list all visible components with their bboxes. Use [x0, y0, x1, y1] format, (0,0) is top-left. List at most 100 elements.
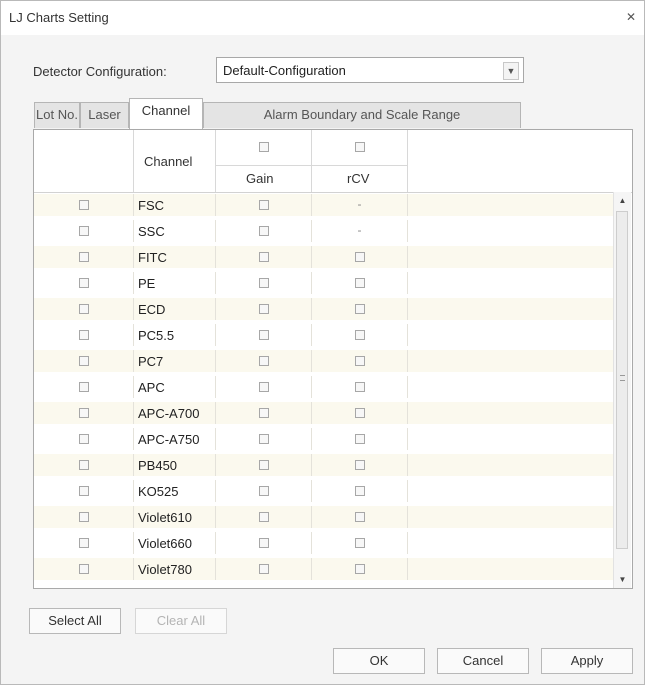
gain-checkbox[interactable] [258, 252, 269, 262]
gain-checkbox[interactable] [258, 356, 269, 366]
gain-checkbox[interactable] [258, 512, 269, 522]
row-select-checkbox[interactable] [78, 486, 89, 496]
channel-name: KO525 [138, 484, 179, 499]
row-select-checkbox[interactable] [78, 408, 89, 418]
table-row: FSC - [34, 194, 614, 216]
scrollbar-thumb[interactable] [616, 211, 628, 549]
row-select-checkbox[interactable] [78, 434, 89, 444]
channel-name: FITC [138, 250, 167, 265]
rcv-cell [312, 402, 408, 424]
rcv-checkbox[interactable] [354, 434, 365, 444]
row-select-cell [34, 454, 134, 476]
up-arrow-icon[interactable]: ▲ [614, 192, 631, 209]
ok-button[interactable]: OK [333, 648, 425, 674]
row-select-checkbox[interactable] [78, 330, 89, 340]
rcv-checkbox[interactable] [354, 408, 365, 418]
gain-checkbox[interactable] [258, 486, 269, 496]
gain-checkbox[interactable] [258, 226, 269, 236]
gain-cell [216, 428, 312, 450]
channel-name-cell: FITC [134, 246, 216, 268]
cancel-button[interactable]: Cancel [437, 648, 529, 674]
row-select-checkbox[interactable] [78, 382, 89, 392]
header-channel-label: Channel [144, 154, 193, 169]
gain-checkbox[interactable] [258, 382, 269, 392]
row-select-cell [34, 428, 134, 450]
detector-configuration-select[interactable]: Default-Configuration ▼ [216, 57, 524, 83]
row-select-cell [34, 350, 134, 372]
table-row: ECD [34, 298, 614, 320]
rcv-checkbox[interactable] [354, 278, 365, 288]
channel-name-cell: Violet780 [134, 558, 216, 580]
gain-checkbox[interactable] [258, 538, 269, 548]
row-select-cell [34, 558, 134, 580]
clear-all-button[interactable]: Clear All [135, 608, 227, 634]
channel-name-cell: Violet660 [134, 532, 216, 554]
gain-checkbox[interactable] [258, 408, 269, 418]
row-select-checkbox[interactable] [78, 200, 89, 210]
row-select-checkbox[interactable] [78, 512, 89, 522]
table-row: FITC [34, 246, 614, 268]
channel-name: PC7 [138, 354, 164, 369]
channel-name: ECD [138, 302, 166, 317]
row-select-checkbox[interactable] [78, 278, 89, 288]
gain-cell [216, 350, 312, 372]
row-select-checkbox[interactable] [78, 564, 89, 574]
gain-cell [216, 402, 312, 424]
rcv-cell: - [312, 194, 408, 216]
row-select-checkbox[interactable] [78, 304, 89, 314]
gain-checkbox[interactable] [258, 278, 269, 288]
row-select-cell [34, 480, 134, 502]
rcv-cell [312, 532, 408, 554]
row-select-checkbox[interactable] [78, 226, 89, 236]
rcv-checkbox[interactable] [354, 486, 365, 496]
rcv-cell [312, 480, 408, 502]
gain-checkbox[interactable] [258, 434, 269, 444]
rcv-checkbox[interactable] [354, 356, 365, 366]
row-select-checkbox[interactable] [78, 252, 89, 262]
gain-select-all-checkbox[interactable] [259, 142, 269, 152]
chevron-down-icon[interactable]: ▼ [503, 62, 519, 80]
tab-channel[interactable]: Channel [129, 98, 203, 129]
vertical-scrollbar[interactable]: ▲ ▼ [613, 192, 631, 588]
gain-checkbox[interactable] [258, 460, 269, 470]
channel-panel: Channel Gain rCV FSC - SSC - FITC PE ECD PC5.5 P… [33, 129, 633, 589]
header-rcv-select-all [312, 130, 408, 166]
table-row: Violet660 [34, 532, 614, 554]
rcv-checkbox[interactable] [354, 564, 365, 574]
rcv-checkbox[interactable] [354, 304, 365, 314]
gain-cell [216, 532, 312, 554]
rcv-checkbox[interactable] [354, 330, 365, 340]
tab-lot-no[interactable]: Lot No. [34, 102, 80, 128]
gain-checkbox[interactable] [258, 564, 269, 574]
tab-alarm-boundary[interactable]: Alarm Boundary and Scale Range [203, 102, 521, 128]
gain-checkbox[interactable] [258, 304, 269, 314]
gain-checkbox[interactable] [258, 200, 269, 210]
gain-checkbox[interactable] [258, 330, 269, 340]
channel-name-cell: APC [134, 376, 216, 398]
rcv-checkbox[interactable] [354, 382, 365, 392]
rcv-checkbox[interactable] [354, 252, 365, 262]
rcv-checkbox[interactable] [354, 512, 365, 522]
rcv-checkbox[interactable] [354, 538, 365, 548]
grip-icon [620, 375, 625, 381]
tab-laser[interactable]: Laser [80, 102, 129, 128]
row-select-checkbox[interactable] [78, 538, 89, 548]
close-icon[interactable]: ✕ [626, 10, 636, 24]
gain-cell [216, 194, 312, 216]
lj-charts-setting-dialog: LJ Charts Setting ✕ Detector Configurati… [0, 0, 645, 685]
row-select-cell [34, 506, 134, 528]
rcv-cell [312, 298, 408, 320]
header-rcv-label: rCV [347, 171, 370, 186]
down-arrow-icon[interactable]: ▼ [614, 571, 631, 588]
apply-button[interactable]: Apply [541, 648, 633, 674]
row-select-cell [34, 220, 134, 242]
row-select-checkbox[interactable] [78, 356, 89, 366]
select-all-button[interactable]: Select All [29, 608, 121, 634]
channel-name-cell: ECD [134, 298, 216, 320]
row-select-cell [34, 532, 134, 554]
row-select-checkbox[interactable] [78, 460, 89, 470]
rcv-cell [312, 350, 408, 372]
rcv-checkbox[interactable] [354, 460, 365, 470]
rcv-select-all-checkbox[interactable] [355, 142, 365, 152]
row-select-cell [34, 376, 134, 398]
